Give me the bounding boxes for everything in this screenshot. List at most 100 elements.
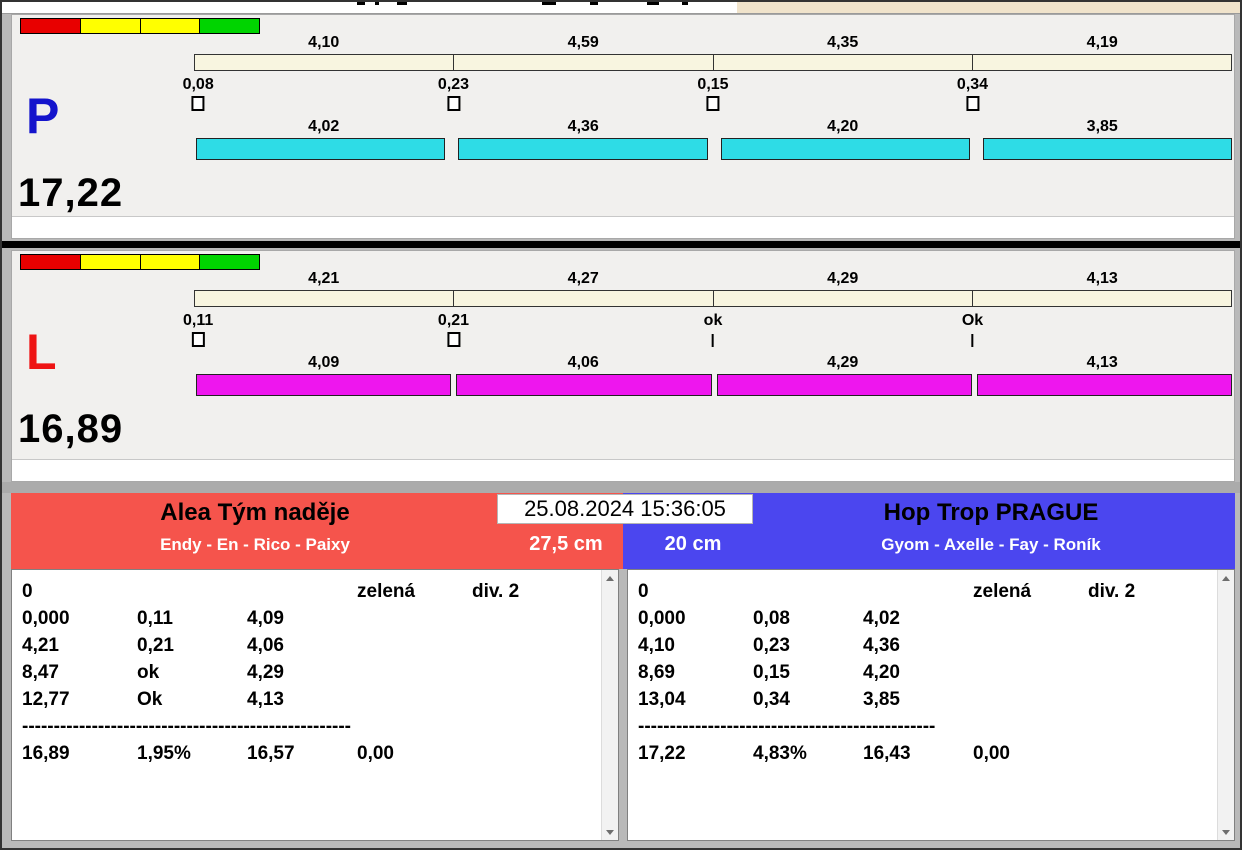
change-time-label: 0,11 — [183, 312, 214, 329]
split-scale-bar — [194, 290, 1232, 307]
status-light-yellow-1 — [80, 19, 141, 33]
section-gap — [2, 482, 1240, 493]
chevron-down-icon — [606, 829, 614, 835]
change-marker-group: ok — [704, 312, 722, 347]
log-cell: 4,29 — [247, 661, 284, 683]
log-cell: 3,85 — [863, 688, 900, 710]
dog-time: 4,29 — [827, 354, 859, 371]
dog-time-bar — [458, 138, 708, 160]
dog-time: 4,06 — [567, 354, 599, 371]
window-artifact — [357, 2, 365, 5]
scale-segment — [454, 55, 714, 70]
scale-segment — [714, 291, 973, 306]
log-row: 4,10 0,23 4,36 — [638, 632, 1208, 659]
scroll-down-button[interactable] — [1217, 824, 1234, 840]
change-time-label: Ok — [961, 312, 984, 329]
log-cell: 4,13 — [247, 688, 284, 710]
log-cell: 0,000 — [22, 607, 70, 629]
split-time: 4,35 — [827, 34, 859, 51]
log-cell: 4,20 — [863, 661, 900, 683]
dog-time-bar — [982, 138, 1232, 160]
change-marker-box — [706, 96, 720, 111]
log-row: 8,69 0,15 4,20 — [638, 659, 1208, 686]
log-row: 12,77 Ok 4,13 — [22, 686, 592, 713]
dog-time-bar — [716, 374, 972, 396]
split-time: 4,13 — [1086, 270, 1118, 287]
scroll-up-button[interactable] — [1217, 570, 1234, 586]
team-name: Alea Tým naděje — [160, 499, 350, 526]
change-marker-tick — [971, 334, 974, 347]
dog-time: 3,85 — [1086, 118, 1118, 135]
log-cell: zelená — [357, 580, 416, 602]
result-log-left[interactable]: 0 zelená div. 2 0,000 0,11 4,09 4,21 0,2… — [11, 569, 619, 841]
log-cell: 0,34 — [753, 688, 790, 710]
log-cell: 0,000 — [638, 607, 686, 629]
log-summary-row: 16,89 1,95% 16,57 0,00 — [22, 740, 592, 767]
change-marker-box — [965, 96, 979, 111]
window-artifact — [682, 2, 688, 5]
dog-time-bars — [196, 138, 1232, 160]
log-row: 13,04 0,34 3,85 — [638, 686, 1208, 713]
log-row: 0 zelená div. 2 — [638, 578, 1208, 605]
dog-time: 4,20 — [827, 118, 859, 135]
height-category-badge: 27,5 cm — [529, 533, 603, 555]
change-marker-group: 0,21 — [438, 312, 469, 347]
lane-track: 4,10 4,59 4,35 4,19 0,08 0,23 0,15 0,34 … — [183, 15, 1232, 238]
scale-segment — [454, 291, 714, 306]
split-time: 4,21 — [308, 270, 340, 287]
lane-letter: L — [26, 324, 57, 380]
scroll-down-button[interactable] — [601, 824, 618, 840]
change-markers-row: 0,11 0,21 ok Ok — [183, 312, 1232, 354]
log-cell: 4,02 — [863, 607, 900, 629]
change-marker-group: 0,11 — [183, 312, 213, 347]
panel-footer — [12, 216, 1234, 238]
log-cell: 0,23 — [753, 634, 790, 656]
change-marker-tick — [711, 334, 714, 347]
change-marker-box — [446, 332, 460, 347]
log-divider: ----------------------------------------… — [638, 715, 936, 737]
log-cell: 0,11 — [137, 607, 173, 629]
split-times-row: 4,21 4,27 4,29 4,13 — [194, 270, 1232, 288]
log-cell: 0,08 — [753, 607, 790, 629]
team-block: Alea Tým naděje Endy - En - Rico - Paixy — [11, 498, 499, 555]
log-cell: 4,09 — [247, 607, 284, 629]
log-cell: 4,21 — [22, 634, 59, 656]
log-row: 8,47 ok 4,29 — [22, 659, 592, 686]
team-members: Endy - En - Rico - Paixy — [160, 535, 350, 554]
status-light-red — [21, 255, 81, 269]
log-cell: 0 — [638, 580, 649, 602]
log-cell: 17,22 — [638, 742, 686, 764]
scrollbar[interactable] — [1217, 570, 1234, 840]
log-cell: 4,36 — [863, 634, 900, 656]
panel-footer — [12, 459, 1234, 481]
log-row: 0,000 0,08 4,02 — [638, 605, 1208, 632]
log-cell: zelená — [973, 580, 1032, 602]
log-cell: Ok — [137, 688, 163, 710]
log-row: 0,000 0,11 4,09 — [22, 605, 592, 632]
scale-segment — [195, 291, 455, 306]
log-cell: 13,04 — [638, 688, 686, 710]
window-artifact — [590, 2, 598, 5]
status-light-yellow-2 — [140, 19, 201, 33]
chevron-up-icon — [1222, 575, 1230, 581]
dog-time-bar — [456, 374, 712, 396]
log-cell: 8,47 — [22, 661, 59, 683]
team-headers: Alea Tým naděje Endy - En - Rico - Paixy… — [11, 493, 1235, 569]
log-cell: 4,06 — [247, 634, 284, 656]
scrollbar[interactable] — [601, 570, 618, 840]
scale-segment — [195, 55, 455, 70]
log-cell: 0,21 — [137, 634, 174, 656]
log-cell: 1,95% — [137, 742, 191, 764]
split-time: 4,59 — [567, 34, 599, 51]
dog-times-row: 4,09 4,06 4,29 4,13 — [194, 354, 1232, 372]
change-marker-group: 0,34 — [957, 76, 988, 111]
result-log-right[interactable]: 0 zelená div. 2 0,000 0,08 4,02 4,10 0,2… — [627, 569, 1235, 841]
status-light-yellow-1 — [80, 255, 141, 269]
scroll-up-button[interactable] — [601, 570, 618, 586]
lane-total-time: 16,89 — [18, 407, 124, 451]
dog-time-bar — [976, 374, 1232, 396]
scale-segment — [714, 55, 973, 70]
log-cell: div. 2 — [1088, 580, 1136, 602]
log-cell: 0,00 — [357, 742, 394, 764]
lane-letter: P — [26, 88, 60, 144]
